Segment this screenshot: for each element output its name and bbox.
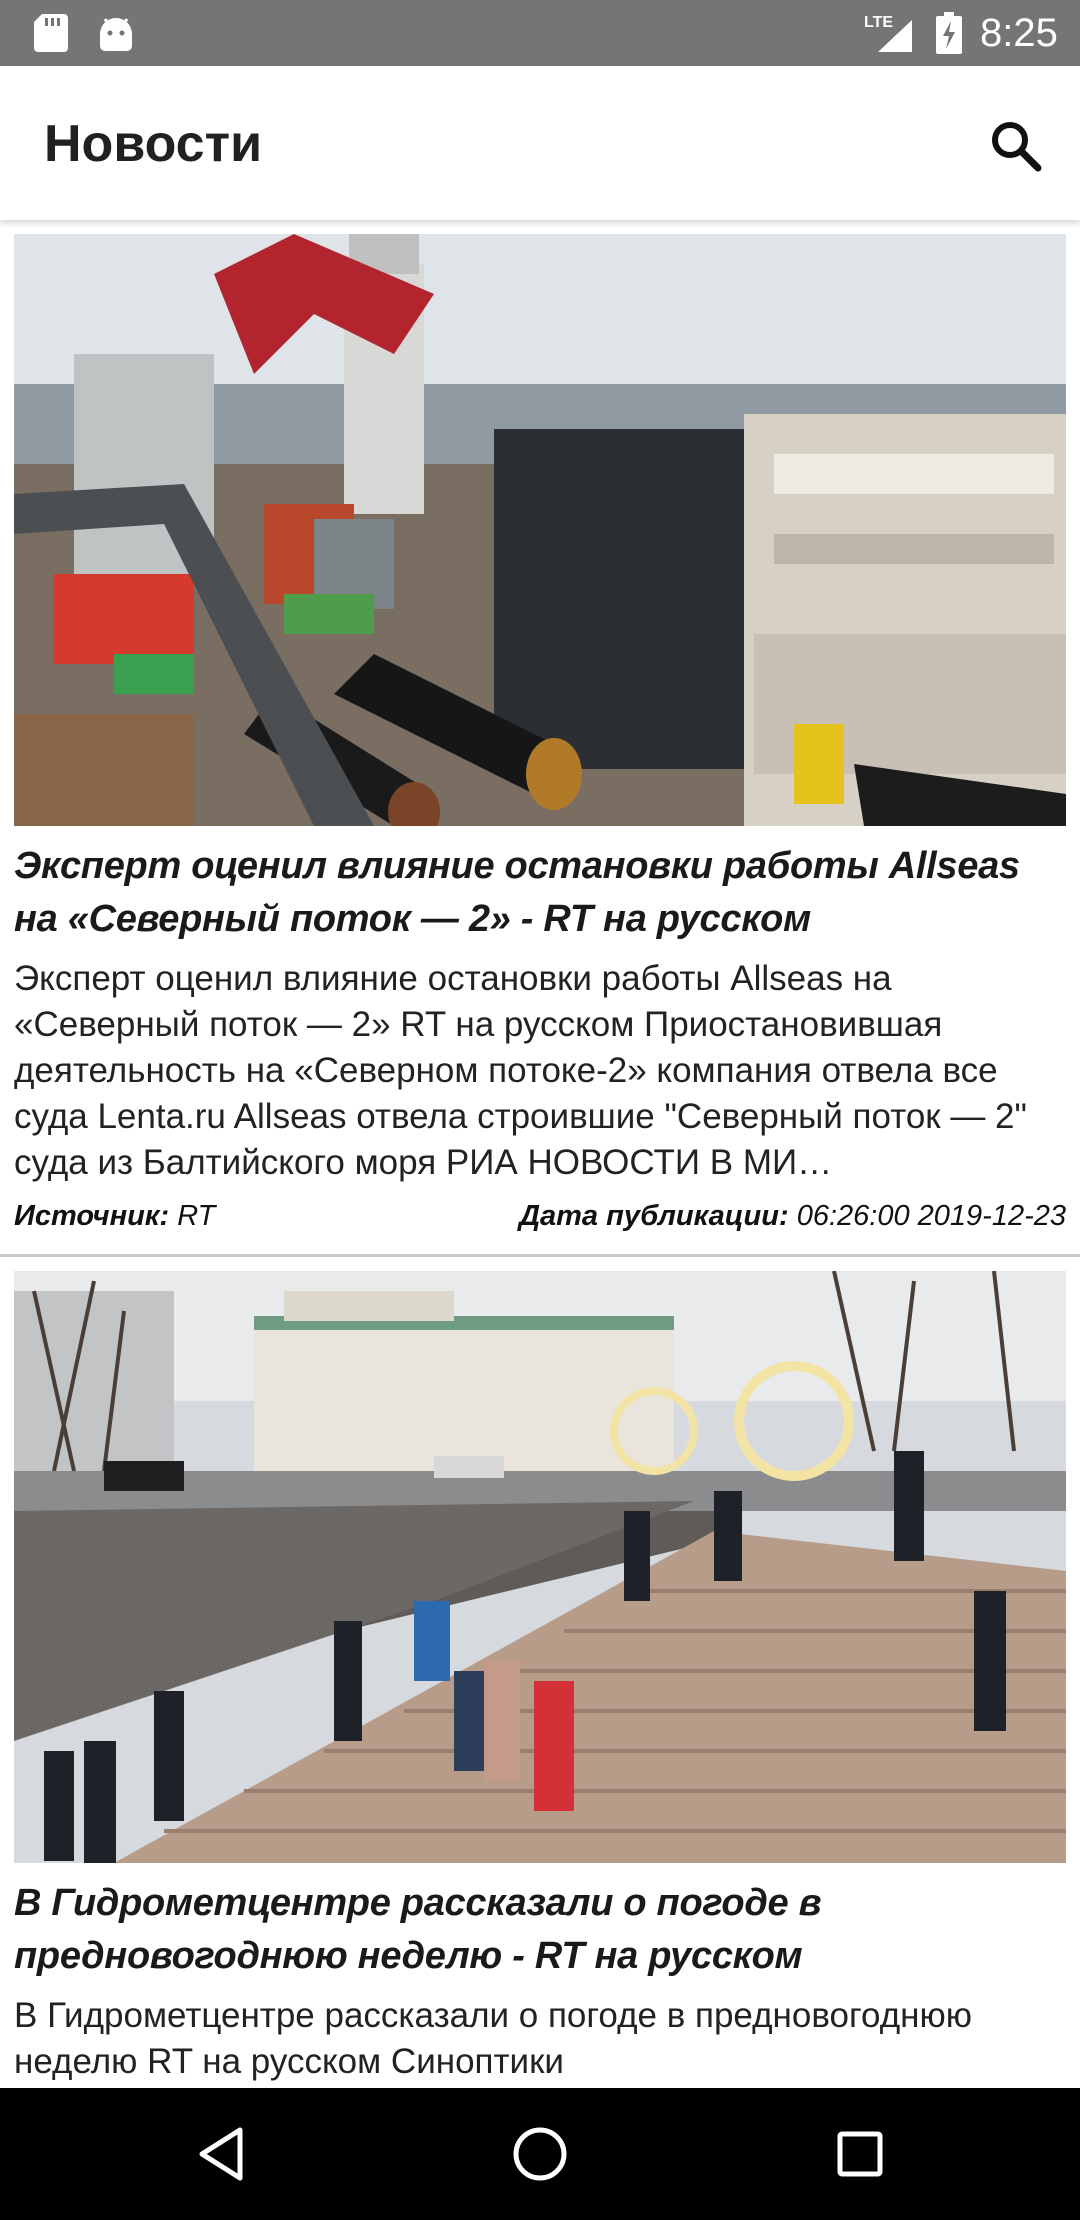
battery-charging-icon <box>936 12 962 54</box>
search-icon[interactable] <box>984 114 1048 178</box>
home-circle-icon[interactable] <box>508 2122 572 2186</box>
date-value: 06:26:00 2019-12-23 <box>796 1200 1066 1232</box>
app-bar: Новости <box>0 66 1080 220</box>
sd-card-icon <box>34 14 68 52</box>
article-description: В Гидрометцентре рассказали о погоде в п… <box>14 1996 972 2081</box>
article-title[interactable]: В Гидрометцентре рассказали о погоде в п… <box>14 1877 1066 1983</box>
news-list[interactable]: Эксперт оценил влияние остановки работы … <box>0 220 1080 2088</box>
article-image-city-stairs[interactable] <box>14 1271 1066 1863</box>
cell-signal-icon <box>878 20 912 52</box>
android-debug-icon <box>100 18 132 51</box>
screen: LTE 8:25 Новости Эксперт оценил влияние … <box>0 0 1080 2220</box>
source-label: Источник: <box>14 1200 170 1232</box>
article-description: Эксперт оценил влияние остановки работы … <box>14 959 1027 1182</box>
article-source: Источник: RT <box>14 1196 215 1236</box>
page-title: Новости <box>44 115 263 173</box>
news-card[interactable]: В Гидрометцентре рассказали о погоде в п… <box>0 1257 1080 2085</box>
back-triangle-icon[interactable] <box>190 2122 254 2186</box>
news-card[interactable]: Эксперт оценил влияние остановки работы … <box>0 220 1080 1254</box>
status-bar: LTE 8:25 <box>0 0 1080 66</box>
source-value: RT <box>177 1200 216 1232</box>
date-label: Дата публикации: <box>519 1200 789 1232</box>
system-nav-bar <box>0 2088 1080 2220</box>
article-image-pipelaying-vessel[interactable] <box>14 234 1066 826</box>
article-meta: Источник: RT Дата публикации: 06:26:00 2… <box>14 1196 1066 1254</box>
clock: 8:25 <box>980 11 1058 55</box>
recents-square-icon[interactable] <box>828 2122 892 2186</box>
article-title[interactable]: Эксперт оценил влияние остановки работы … <box>14 840 1066 946</box>
article-date: Дата публикации: 06:26:00 2019-12-23 <box>519 1196 1066 1236</box>
